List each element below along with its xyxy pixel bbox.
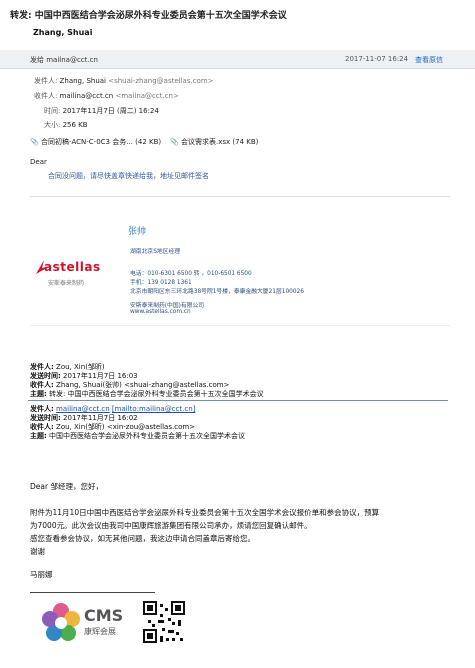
attachment-list: 📎 合同初稿-ACN-C-0C3 会务... (42 KB) 📎 会议需求表.x… — [30, 137, 258, 147]
sender-name[interactable]: Zhang, Shuai — [33, 28, 92, 37]
message-signoff: 马丽娜 — [30, 570, 53, 579]
cms-sub: 康辉会展 — [84, 627, 116, 636]
signature-name: 张帅 — [128, 227, 147, 237]
signature-title: 湖南北京S地区经理 — [130, 249, 181, 255]
quote1-from-label: 发件人: — [30, 363, 54, 371]
quote1-time-label: 发送时间: — [30, 372, 61, 380]
quote1-from-value: Zou, Xin(邹昕) — [56, 363, 105, 371]
attachment-1-name[interactable]: 合同初稿-ACN-C-0C3 会务... — [41, 138, 133, 146]
email-subject: 转发: 中国中西医结合学会泌尿外科专业委员会第十五次全国学术会议 — [10, 11, 287, 21]
quote2-time-label: 发送时间: — [30, 414, 61, 422]
send-to-label: 发给 mailna@cct.cn — [30, 56, 98, 64]
quote1-to-label: 收件人: — [30, 381, 54, 389]
message-greeting: Dear 邹经理，您好， — [30, 482, 103, 491]
quote-divider — [28, 400, 448, 401]
from-label: 发件人: — [34, 77, 58, 85]
signature-mobile: 手机：139 0128 1361 — [130, 280, 192, 286]
signature-website[interactable]: www.astellas.com.cn — [130, 309, 191, 315]
details-from: 发件人: Zhang, Shuai <shuai-zhang@astellas.… — [34, 76, 214, 86]
attachment-1-size: (42 KB) — [135, 138, 162, 146]
quote2-from-value[interactable]: mailina@cct.cn — [56, 405, 110, 413]
details-time: 时间: 2017年11月7日 (周二) 16:24 — [44, 106, 159, 116]
quote2-to-label: 收件人: — [30, 423, 54, 431]
from-email[interactable]: <shuai-zhang@astellas.com> — [108, 77, 213, 85]
astellas-logo-sub: 安斯泰来制药 — [48, 280, 85, 287]
signature-address: 北京市朝阳区东三环北路38号院1号楼，泰康金融大厦21层100026 — [130, 289, 304, 295]
cms-brand: CMS — [84, 606, 124, 625]
quote2-from-link[interactable]: [mailto:mailina@cct.cn] — [112, 405, 195, 413]
cms-flower-logo — [42, 603, 80, 641]
details-to: 收件人: mailina@cct.cn <mailna@cct.cn> — [34, 91, 179, 101]
to-email[interactable]: <mailna@cct.cn> — [115, 92, 178, 100]
quote1-time-value: 2017年11月7日 16:03 — [63, 372, 138, 380]
quote2-subject-label: 主题: — [30, 432, 47, 440]
quote1-subject: 主题: 转发: 中国中西医结合学会泌尿外科专业委员会第十五次全国学术会议 — [30, 389, 264, 399]
quote2-subject: 主题: 中国中西医结合学会泌尿外科专业委员会第十五次全国学术会议 — [30, 431, 245, 441]
view-original-link[interactable]: 查看原信 — [415, 55, 443, 65]
from-value[interactable]: Zhang, Shuai — [60, 77, 106, 85]
quote1-subject-label: 主题: — [30, 390, 47, 398]
signature-company: 安斯泰来制药(中国)有限公司 — [130, 303, 205, 309]
attachment-icon: 📎 — [30, 138, 39, 146]
attachment-icon: 📎 — [170, 138, 179, 146]
body-line1: 合同没问题，请尽快盖章快递给我，地址见邮件签名 — [48, 172, 209, 180]
size-label: 大小: — [44, 121, 61, 129]
astellas-logo-text: astellas — [44, 260, 101, 274]
details-size: 大小: 256 KB — [44, 120, 88, 130]
quote1-subject-value: 转发: 中国中西医结合学会泌尿外科专业委员会第十五次全国学术会议 — [49, 390, 264, 398]
message-para1: 附件为11月10日中国中西医结合学会泌尿外科专业委员会第十五次全国学术会议报价单… — [30, 508, 380, 517]
to-label: 收件人: — [34, 92, 58, 100]
body-greeting: Dear — [30, 158, 47, 166]
to-value[interactable]: mailina@cct.cn — [60, 92, 114, 100]
time-value: 2017年11月7日 (周二) 16:24 — [62, 107, 159, 115]
quote2-time-value: 2017年11月7日 16:02 — [63, 414, 138, 422]
time-label: 时间: — [44, 107, 61, 115]
signature-phone: 电话：010-6301 6500 转 ，010-6501 6500 — [130, 271, 252, 277]
message-para3: 感您查看参会协议，如无其他问题，我这边申请合同盖章后寄给您。 — [30, 534, 255, 543]
signature-divider — [30, 592, 155, 593]
email-date: 2017-11-07 16:24 — [345, 55, 409, 63]
message-para2: 为7000元。此次会议由我司中国康辉旅游集团有限公司承办，烦请您回复确认邮件。 — [30, 521, 312, 530]
quote2-from-label: 发件人: — [30, 405, 54, 413]
attachment-2-name[interactable]: 会议需求表.xsx — [181, 138, 230, 146]
size-value: 256 KB — [62, 121, 88, 129]
quote1-to-value: Zhang, Shuai(张帅) <shuai-zhang@astellas.c… — [56, 381, 230, 389]
attachment-2-size: (74 KB) — [232, 138, 259, 146]
qr-code-icon — [142, 600, 186, 644]
quote2-subject-value: 中国中西医结合学会泌尿外科专业委员会第十五次全国学术会议 — [49, 432, 246, 440]
message-thanks: 谢谢 — [30, 547, 45, 556]
quote2-to-value: Zou, Xin(邹昕) <xin-zou@astellas.com> — [56, 423, 196, 431]
